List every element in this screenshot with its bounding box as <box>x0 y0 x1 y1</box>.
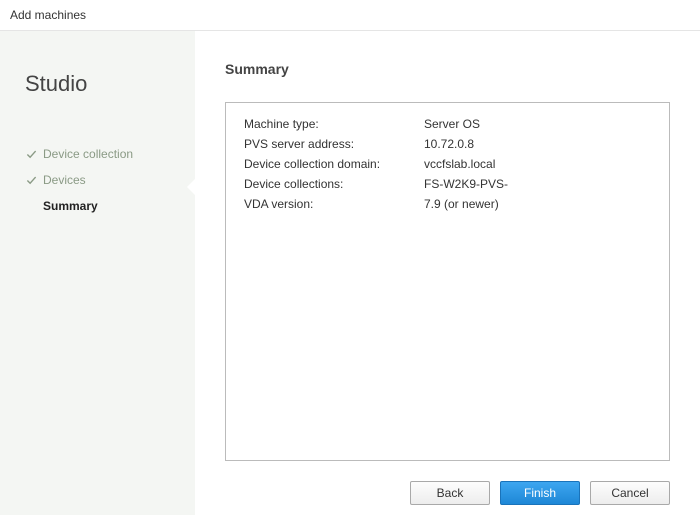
step-devices[interactable]: Devices <box>25 173 175 187</box>
summary-box: Machine type: Server OS PVS server addre… <box>225 102 670 461</box>
summary-row: Device collections: FS-W2K9-PVS- <box>244 177 651 191</box>
step-label: Summary <box>43 199 98 213</box>
check-icon <box>25 148 37 160</box>
summary-row: PVS server address: 10.72.0.8 <box>244 137 651 151</box>
step-label: Device collection <box>43 147 133 161</box>
summary-value: Server OS <box>424 117 651 131</box>
summary-row: Machine type: Server OS <box>244 117 651 131</box>
summary-label: VDA version: <box>244 197 424 211</box>
content-title: Summary <box>225 61 670 77</box>
brand-title: Studio <box>25 71 175 97</box>
sidebar: Studio Device collection Devices Summary <box>0 31 195 515</box>
main-area: Studio Device collection Devices Summary… <box>0 30 700 515</box>
summary-value: vccfslab.local <box>424 157 651 171</box>
summary-label: PVS server address: <box>244 137 424 151</box>
step-summary[interactable]: Summary <box>25 199 175 213</box>
window-title: Add machines <box>0 0 700 30</box>
content-panel: Summary Machine type: Server OS PVS serv… <box>195 31 700 515</box>
button-row: Back Finish Cancel <box>225 471 670 505</box>
summary-row: Device collection domain: vccfslab.local <box>244 157 651 171</box>
wizard-notch <box>187 179 195 195</box>
check-icon <box>25 174 37 186</box>
summary-value: 10.72.0.8 <box>424 137 651 151</box>
step-label: Devices <box>43 173 86 187</box>
summary-label: Device collection domain: <box>244 157 424 171</box>
summary-label: Device collections: <box>244 177 424 191</box>
cancel-button[interactable]: Cancel <box>590 481 670 505</box>
finish-button[interactable]: Finish <box>500 481 580 505</box>
summary-row: VDA version: 7.9 (or newer) <box>244 197 651 211</box>
summary-label: Machine type: <box>244 117 424 131</box>
step-device-collection[interactable]: Device collection <box>25 147 175 161</box>
step-list: Device collection Devices Summary <box>25 147 175 213</box>
summary-value: 7.9 (or newer) <box>424 197 651 211</box>
back-button[interactable]: Back <box>410 481 490 505</box>
summary-value: FS-W2K9-PVS- <box>424 177 651 191</box>
